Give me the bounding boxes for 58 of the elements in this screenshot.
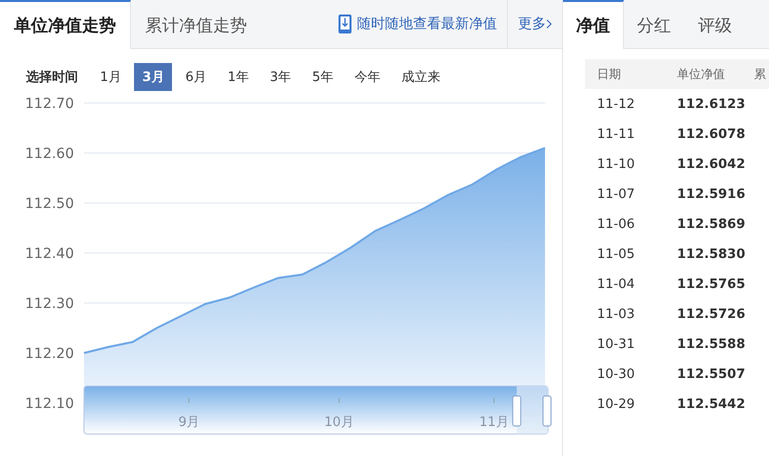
period-button[interactable]: 6月 — [177, 63, 215, 91]
nav-cell-text: 112.6042 — [676, 156, 746, 172]
nav-cell-text: 112.5916 — [676, 186, 746, 202]
nav-cell-text: 112.5442 — [676, 396, 746, 412]
slider-month-label: 9月 — [178, 415, 200, 430]
date-cell-text: 10-30 — [596, 366, 636, 382]
zoom-slider[interactable] — [84, 386, 548, 434]
y-axis-label: 112.40 — [25, 246, 74, 262]
time-filter-label: 选择时间 — [26, 69, 78, 86]
period-button[interactable]: 成立来 — [393, 63, 448, 91]
date-cell-text: 11-12 — [596, 96, 636, 112]
column-header: 累 — [753, 66, 767, 82]
table-tab[interactable]: 净值 — [563, 0, 624, 49]
table-tab[interactable]: 分红 — [624, 0, 685, 48]
column-header: 日期 — [596, 66, 622, 82]
more-link-text[interactable]: 更多 — [518, 15, 546, 33]
period-button[interactable]: 5年 — [304, 63, 342, 91]
y-axis-label: 112.70 — [25, 96, 74, 112]
column-header: 单位净值 — [676, 66, 726, 82]
period-button[interactable]: 3月 — [134, 63, 172, 91]
y-axis-label: 112.50 — [25, 196, 74, 212]
period-button[interactable]: 3年 — [262, 63, 300, 91]
phone-download-icon — [338, 14, 352, 34]
period-button[interactable]: 今年 — [346, 63, 388, 91]
slider-handle[interactable] — [512, 396, 522, 426]
y-axis-label: 112.10 — [25, 396, 74, 412]
more-link[interactable]: 更多 — [507, 0, 562, 48]
nav-cell-text: 112.5507 — [676, 366, 746, 382]
slider-month-label: 11月 — [479, 415, 509, 430]
date-cell-text: 10-29 — [596, 396, 636, 412]
nav-cell-text: 112.5830 — [676, 246, 746, 262]
date-cell-text: 11-03 — [596, 306, 636, 322]
table-tab[interactable]: 评级 — [685, 0, 746, 48]
date-cell-text: 10-31 — [596, 336, 636, 352]
nav-cell-text: 112.5588 — [676, 336, 746, 352]
y-axis-label: 112.60 — [25, 146, 74, 162]
app-link-text[interactable]: 随时随地查看最新净值 — [357, 15, 497, 33]
date-cell-text: 11-11 — [596, 126, 636, 142]
date-cell-text: 11-05 — [596, 246, 636, 262]
chart-tab[interactable]: 累计净值走势 — [131, 0, 262, 48]
period-button[interactable]: 1年 — [220, 63, 257, 91]
y-axis-label: 112.30 — [25, 296, 74, 312]
nav-cell-text: 112.6123 — [676, 96, 746, 112]
y-axis-label: 112.20 — [25, 346, 74, 362]
slider-month-label: 10月 — [324, 415, 354, 430]
date-cell-text: 11-07 — [596, 186, 636, 202]
nav-cell-text: 112.5726 — [676, 306, 746, 322]
nav-cell-text: 112.5765 — [676, 276, 746, 292]
app-link[interactable]: 随时随地查看最新净值 — [328, 0, 507, 48]
nav-cell-text: 112.5869 — [676, 216, 746, 232]
date-cell-text: 11-04 — [596, 276, 636, 292]
date-cell-text: 11-06 — [596, 216, 636, 232]
chevron-right-icon — [546, 19, 552, 29]
nav-cell-text: 112.6078 — [676, 126, 746, 142]
chart-tab[interactable]: 单位净值走势 — [0, 0, 131, 49]
period-button[interactable]: 1月 — [92, 63, 130, 91]
slider-handle[interactable] — [542, 396, 552, 426]
date-cell-text: 11-10 — [596, 156, 636, 172]
